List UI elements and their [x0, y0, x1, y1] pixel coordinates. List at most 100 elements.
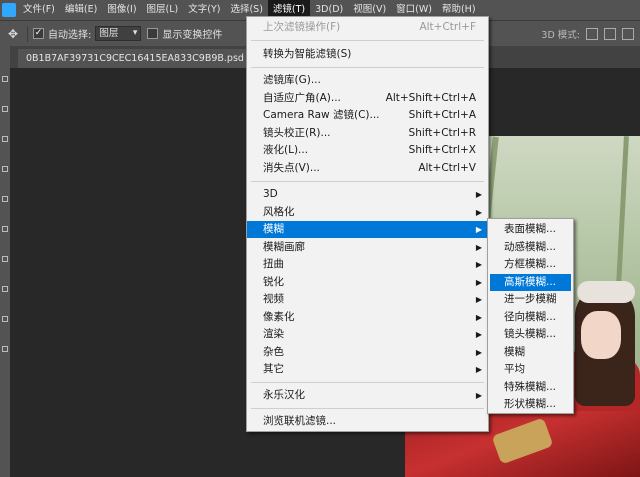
menu-item-label: 视频 — [263, 293, 284, 305]
menu-item-label: 像素化 — [263, 311, 295, 323]
filter-pixelate[interactable]: 像素化 ▶ — [247, 309, 488, 326]
filter-camera-raw[interactable]: Camera Raw 滤镜(C)... Shift+Ctrl+A — [247, 107, 488, 124]
filter-liquify[interactable]: 液化(L)... Shift+Ctrl+X — [247, 142, 488, 159]
submenu-arrow-icon: ▶ — [475, 348, 482, 357]
filter-adaptive-wide-angle[interactable]: 自适应广角(A)... Alt+Shift+Ctrl+A — [247, 90, 488, 107]
photoshop-logo-icon — [2, 3, 16, 17]
menu-type[interactable]: 文字(Y) — [183, 0, 225, 20]
blur-gaussian[interactable]: 高斯模糊... — [490, 273, 571, 291]
blur-lens[interactable]: 镜头模糊... — [490, 326, 571, 344]
filter-last-filter: 上次滤镜操作(F) Alt+Ctrl+F — [247, 19, 488, 36]
filter-sharpen[interactable]: 锐化 ▶ — [247, 274, 488, 291]
auto-select-checkbox[interactable]: ✓ — [33, 28, 44, 39]
filter-video[interactable]: 视频 ▶ — [247, 291, 488, 308]
menu-item-label: 模糊 — [263, 223, 284, 235]
show-transform-label: 显示变换控件 — [162, 30, 223, 41]
blur-smart[interactable]: 特殊模糊... — [490, 379, 571, 397]
filter-yongle-localization[interactable]: 永乐汉化 ▶ — [247, 387, 488, 404]
filter-gallery[interactable]: 滤镜库(G)... — [247, 72, 488, 89]
submenu-arrow-icon: ▶ — [475, 313, 482, 322]
filter-vanishing-point[interactable]: 消失点(V)... Alt+Ctrl+V — [247, 160, 488, 177]
menu-layer[interactable]: 图层(L) — [142, 0, 184, 20]
photo-headpiece — [577, 281, 635, 303]
crop-tool-icon[interactable] — [2, 136, 8, 142]
filter-other[interactable]: 其它 ▶ — [247, 361, 488, 378]
blur-motion[interactable]: 动感模糊... — [490, 239, 571, 257]
filter-noise[interactable]: 杂色 ▶ — [247, 344, 488, 361]
menu-item-label: Camera Raw 滤镜(C)... — [263, 109, 380, 121]
menu-item-label: 自适应广角(A)... — [263, 92, 341, 104]
submenu-arrow-icon: ▶ — [475, 260, 482, 269]
menu-image[interactable]: 图像(I) — [102, 0, 141, 20]
submenu-arrow-icon: ▶ — [475, 330, 482, 339]
filter-blur-gallery[interactable]: 模糊画廊 ▶ — [247, 239, 488, 256]
show-transform-checkbox[interactable] — [147, 28, 159, 39]
menu-item-label: 浏览联机滤镜... — [263, 415, 337, 427]
auto-select-target-dropdown[interactable]: 图层 — [95, 26, 142, 41]
filter-render[interactable]: 渲染 ▶ — [247, 326, 488, 343]
photo-face — [581, 311, 621, 359]
blur-more[interactable]: 进一步模糊 — [490, 291, 571, 309]
submenu-arrow-icon: ▶ — [475, 365, 482, 374]
auto-select-label: 自动选择: — [48, 30, 92, 41]
eraser-tool-icon[interactable] — [2, 256, 8, 262]
menu-item-label: 永乐汉化 — [263, 389, 305, 401]
tools-panel — [0, 46, 10, 477]
submenu-arrow-icon: ▶ — [475, 208, 482, 217]
lasso-tool-icon[interactable] — [2, 106, 8, 112]
submenu-arrow-icon: ▶ — [475, 295, 482, 304]
blur-surface[interactable]: 表面模糊... — [490, 221, 571, 239]
stamp-tool-icon[interactable] — [2, 226, 8, 232]
filter-browse-online[interactable]: 浏览联机滤镜... — [247, 413, 488, 430]
menu-item-label: 镜头校正(R)... — [263, 127, 331, 139]
text-tool-icon[interactable] — [2, 346, 8, 352]
menu-separator — [251, 67, 484, 68]
submenu-arrow-icon: ▶ — [475, 190, 482, 199]
blur-average[interactable]: 平均 — [490, 361, 571, 379]
document-tab[interactable]: 0B1B7AF39731C9CEC16415EA833C9B9B.psd @ 5… — [18, 49, 256, 68]
3d-roll-icon[interactable] — [604, 28, 616, 40]
menu-item-label: 液化(L)... — [263, 144, 309, 156]
menu-separator — [251, 40, 484, 41]
move-tool-icon[interactable]: ✥ — [4, 25, 22, 43]
filter-blur[interactable]: 模糊 ▶ — [247, 221, 488, 238]
menu-item-shortcut: Shift+Ctrl+A — [408, 109, 476, 121]
menu-item-label: 风格化 — [263, 206, 295, 218]
menu-item-shortcut: Alt+Ctrl+F — [419, 21, 476, 33]
filter-menu: 上次滤镜操作(F) Alt+Ctrl+F 转换为智能滤镜(S) 滤镜库(G)..… — [246, 16, 489, 432]
divider — [27, 25, 28, 42]
filter-distort[interactable]: 扭曲 ▶ — [247, 256, 488, 273]
blur-box[interactable]: 方框模糊... — [490, 256, 571, 274]
menu-item-shortcut: Shift+Ctrl+X — [408, 144, 476, 156]
options-right: 3D 模式: — [533, 21, 640, 47]
filter-lens-correction[interactable]: 镜头校正(R)... Shift+Ctrl+R — [247, 125, 488, 142]
menu-item-label: 其它 — [263, 363, 284, 375]
3d-pan-icon[interactable] — [622, 28, 634, 40]
submenu-arrow-icon: ▶ — [475, 225, 482, 234]
menu-separator — [251, 382, 484, 383]
marquee-tool-icon[interactable] — [2, 76, 8, 82]
menu-item-label: 消失点(V)... — [263, 162, 320, 174]
3d-rotate-icon[interactable] — [586, 28, 598, 40]
blur-radial[interactable]: 径向模糊... — [490, 309, 571, 327]
blur-simple[interactable]: 模糊 — [490, 344, 571, 362]
filter-3d[interactable]: 3D ▶ — [247, 186, 488, 203]
menu-edit[interactable]: 编辑(E) — [60, 0, 102, 20]
gradient-tool-icon[interactable] — [2, 286, 8, 292]
menu-file[interactable]: 文件(F) — [18, 0, 60, 20]
blur-shape[interactable]: 形状模糊... — [490, 396, 571, 414]
menu-item-shortcut: Shift+Ctrl+R — [408, 127, 476, 139]
3d-mode-label: 3D 模式: — [541, 30, 580, 41]
filter-stylize[interactable]: 风格化 ▶ — [247, 204, 488, 221]
submenu-arrow-icon: ▶ — [475, 391, 482, 400]
filter-convert-smart[interactable]: 转换为智能滤镜(S) — [247, 46, 488, 63]
submenu-arrow-icon: ▶ — [475, 243, 482, 252]
eyedropper-tool-icon[interactable] — [2, 166, 8, 172]
menu-item-label: 3D — [263, 188, 278, 200]
brush-tool-icon[interactable] — [2, 196, 8, 202]
menu-item-label: 渲染 — [263, 328, 284, 340]
menu-item-label: 扭曲 — [263, 258, 284, 270]
menu-item-shortcut: Alt+Shift+Ctrl+A — [385, 92, 476, 104]
menu-separator — [251, 181, 484, 182]
pen-tool-icon[interactable] — [2, 316, 8, 322]
